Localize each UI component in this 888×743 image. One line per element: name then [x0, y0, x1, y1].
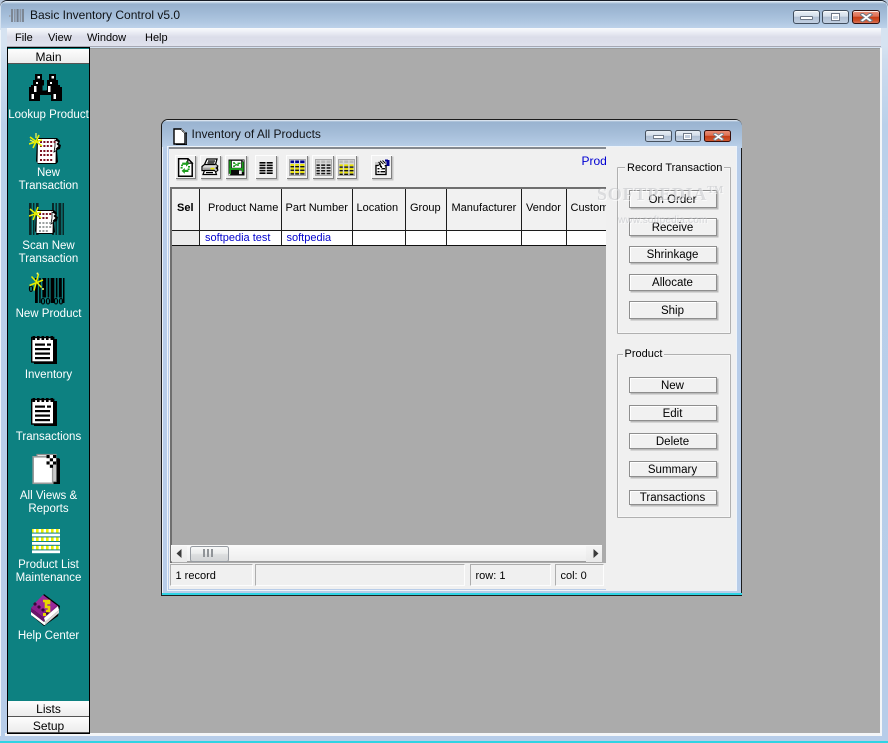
svg-text:00: 00 [54, 297, 64, 307]
svg-text:00: 00 [41, 297, 51, 307]
